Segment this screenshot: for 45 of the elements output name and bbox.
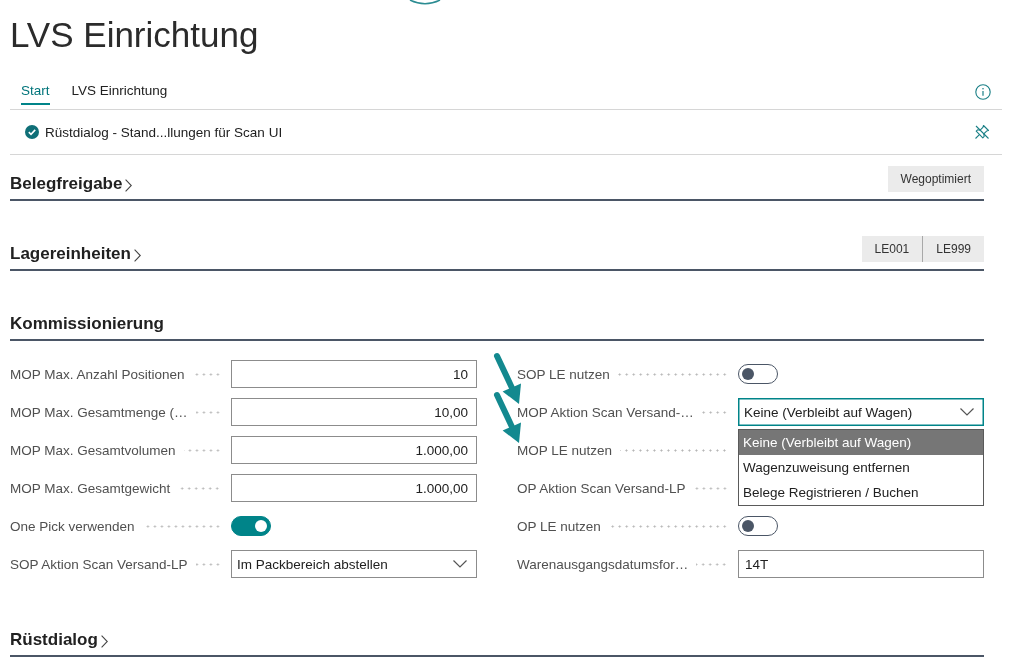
number-field[interactable]: 1.000,00 <box>231 474 477 502</box>
field-label: One Pick verwenden <box>10 518 135 534</box>
section-heading[interactable]: Lagereinheiten <box>10 243 141 269</box>
field-label: MOP LE nutzen <box>517 442 613 458</box>
section-heading[interactable]: Rüstdialog <box>10 629 108 655</box>
chevron-down-icon <box>453 560 467 568</box>
field-label: MOP Max. Gesamtmenge (… <box>10 404 188 420</box>
pin-off-icon[interactable] <box>974 124 990 140</box>
field-label: SOP Aktion Scan Versand-LP <box>10 556 188 572</box>
field-label: MOP Max. Gesamtgewicht <box>10 480 171 496</box>
notification-text: Rüstdialog - Stand...llungen für Scan UI <box>45 124 283 140</box>
action-button[interactable]: LE999 <box>922 236 984 262</box>
info-icon[interactable] <box>975 84 991 100</box>
dropdown-field[interactable]: Keine (Verbleibt auf Wagen) <box>738 398 984 426</box>
field-label: MOP Max. Gesamtvolumen <box>10 442 176 458</box>
dropdown-option[interactable]: Keine (Verbleibt auf Wagen) <box>739 430 983 455</box>
number-field[interactable]: 10 <box>231 360 477 388</box>
toggle-switch[interactable] <box>738 364 778 384</box>
number-field[interactable]: 1.000,00 <box>231 436 477 464</box>
dropdown-field[interactable]: Im Packbereich abstellen <box>231 550 477 578</box>
tab[interactable]: LVS Einrichtung <box>71 82 168 105</box>
chevron-right-icon <box>100 634 108 648</box>
toggle-switch[interactable] <box>738 516 778 536</box>
field-label: OP LE nutzen <box>517 518 601 534</box>
action-button[interactable]: Wegoptimiert <box>887 166 984 192</box>
field-label: OP Aktion Scan Versand-LP <box>517 480 686 496</box>
field-label: Warenausgangsdatumsfor… <box>517 556 689 572</box>
text-field[interactable]: 14T <box>738 550 984 578</box>
section-heading[interactable]: Kommissionierung <box>10 313 164 339</box>
chevron-right-icon <box>133 248 141 262</box>
field-label: SOP LE nutzen <box>517 366 610 382</box>
page-title: LVS Einrichtung <box>10 14 259 56</box>
toggle-switch[interactable] <box>231 516 271 536</box>
dropdown-option[interactable]: Belege Registrieren / Buchen <box>739 480 983 505</box>
action-button[interactable]: LE001 <box>861 236 923 262</box>
chevron-right-icon <box>125 178 133 192</box>
circle-outline-icon <box>409 0 441 5</box>
check-circle-icon <box>25 125 39 139</box>
field-label: MOP Max. Anzahl Positionen <box>10 366 185 382</box>
chevron-down-icon <box>960 408 974 416</box>
section-heading[interactable]: Belegfreigabe <box>10 173 133 199</box>
dropdown-option[interactable]: Wagenzuweisung entfernen <box>739 455 983 480</box>
number-field[interactable]: 10,00 <box>231 398 477 426</box>
tab[interactable]: Start <box>21 82 50 105</box>
field-label: MOP Aktion Scan Versand-… <box>517 404 694 420</box>
